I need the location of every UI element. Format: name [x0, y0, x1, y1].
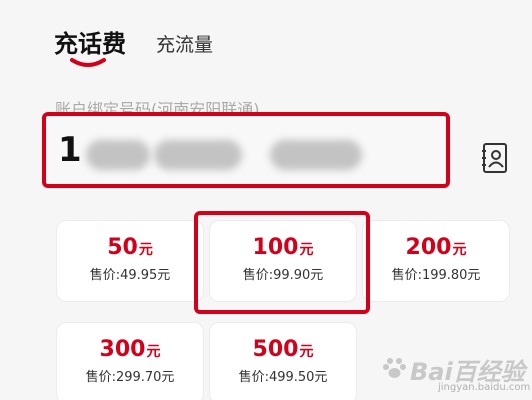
contact-book-icon[interactable]	[480, 142, 510, 176]
product-amount-value: 300	[99, 337, 146, 362]
product-card[interactable]: 500元 售价:499.50元	[209, 322, 357, 400]
phone-number-value: 1	[58, 130, 82, 170]
product-price: 售价:199.80元	[391, 268, 481, 283]
product-amount: 100元	[210, 235, 356, 260]
tab-bar: 充话费 充流量	[54, 24, 213, 67]
tab-active-indicator	[70, 58, 106, 67]
product-amount-unit: 元	[146, 344, 161, 360]
product-price: 售价:49.95元	[89, 268, 171, 283]
phone-number-blurred	[86, 140, 150, 170]
tab-recharge[interactable]: 充话费	[54, 24, 126, 67]
product-amount-value: 50	[107, 235, 138, 260]
phone-number-blurred	[154, 140, 242, 170]
product-amount-value: 100	[252, 235, 299, 260]
product-amount: 50元	[57, 235, 203, 260]
paw-icon	[383, 358, 406, 378]
product-price: 售价:499.50元	[238, 370, 328, 385]
tab-recharge-label: 充话费	[54, 30, 126, 58]
product-amount: 500元	[210, 337, 356, 362]
phone-number-blurred	[270, 140, 362, 170]
product-price: 售价:99.90元	[242, 268, 324, 283]
product-card[interactable]: 200元 售价:199.80元	[362, 220, 510, 302]
product-amount-value: 200	[405, 235, 452, 260]
product-card[interactable]: 300元 售价:299.70元	[56, 322, 204, 400]
phone-number-field[interactable]: 1	[42, 112, 450, 188]
product-amount-unit: 元	[299, 344, 314, 360]
product-amount-unit: 元	[452, 242, 467, 258]
product-amount-unit: 元	[299, 242, 314, 258]
watermark-text: Bai百经验	[410, 358, 525, 386]
product-price: 售价:299.70元	[85, 370, 175, 385]
tab-data-label: 充流量	[156, 34, 214, 56]
product-card[interactable]: 100元 售价:99.90元	[209, 220, 357, 302]
recharge-page: 充话费 充流量 账户绑定号码(河南安阳联通) 1 50元 售价:49.95元 1…	[0, 0, 532, 400]
product-amount: 200元	[363, 235, 509, 260]
product-amount-value: 500	[252, 337, 299, 362]
baidu-watermark: Bai百经验 jingyan.baidu.com	[382, 352, 531, 396]
product-amount-unit: 元	[138, 242, 153, 258]
product-amount: 300元	[57, 337, 203, 362]
tab-data[interactable]: 充流量	[156, 30, 213, 59]
product-card[interactable]: 50元 售价:49.95元	[56, 220, 204, 302]
watermark-url: jingyan.baidu.com	[438, 382, 531, 393]
